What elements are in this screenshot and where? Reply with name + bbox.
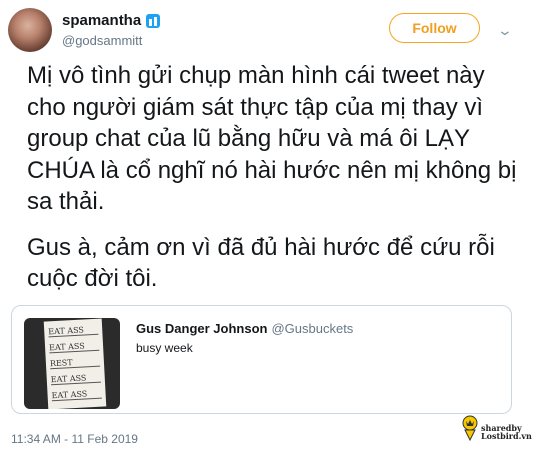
author-handle[interactable]: @godsammitt bbox=[62, 33, 142, 48]
quoted-tweet-image[interactable]: EAT ASS EAT ASS REST EAT ASS EAT ASS bbox=[24, 318, 120, 409]
author-display-name[interactable]: spamantha bbox=[62, 12, 141, 29]
whiteboard-line: EAT ASS bbox=[51, 388, 102, 402]
whiteboard-line: EAT ASS bbox=[48, 340, 100, 354]
whiteboard-line: EAT ASS bbox=[50, 372, 102, 386]
tweet-paragraph-1: Mị vô tình gửi chụp màn hình cái tweet n… bbox=[27, 62, 517, 215]
author-name-row: spamantha bbox=[62, 12, 161, 29]
avatar[interactable] bbox=[8, 8, 52, 52]
tweet-paragraph-2: Gus à, cảm ơn vì đã đủ hài hước để cứu r… bbox=[27, 233, 495, 293]
timestamp[interactable]: 11:34 AM - 11 Feb 2019 bbox=[11, 432, 138, 446]
whiteboard-line: REST bbox=[49, 356, 101, 370]
watermark: sharedby Lostbird.vn bbox=[460, 415, 532, 449]
quoted-display-name[interactable]: Gus Danger Johnson bbox=[136, 321, 267, 336]
quoted-author-row: Gus Danger Johnson @Gusbuckets bbox=[136, 321, 353, 336]
follow-button[interactable]: Follow bbox=[389, 13, 480, 43]
tweet-text: Mị vô tình gửi chụp màn hình cái tweet n… bbox=[27, 60, 527, 295]
lostbird-logo-icon bbox=[462, 415, 478, 441]
watermark-line-2: Lostbird.vn bbox=[481, 431, 532, 441]
quoted-handle[interactable]: @Gusbuckets bbox=[271, 321, 353, 336]
tweet-header: spamantha @godsammitt Follow ⌄ bbox=[0, 0, 535, 60]
chevron-down-icon[interactable]: ⌄ bbox=[497, 22, 513, 39]
quoted-tweet-card[interactable]: EAT ASS EAT ASS REST EAT ASS EAT ASS Gus… bbox=[11, 305, 512, 414]
verified-badge-icon bbox=[146, 13, 161, 28]
whiteboard-image: EAT ASS EAT ASS REST EAT ASS EAT ASS bbox=[43, 318, 107, 409]
quoted-tweet-text: busy week bbox=[136, 341, 193, 355]
whiteboard-line: EAT ASS bbox=[48, 324, 99, 338]
watermark-text: sharedby Lostbird.vn bbox=[481, 424, 532, 440]
